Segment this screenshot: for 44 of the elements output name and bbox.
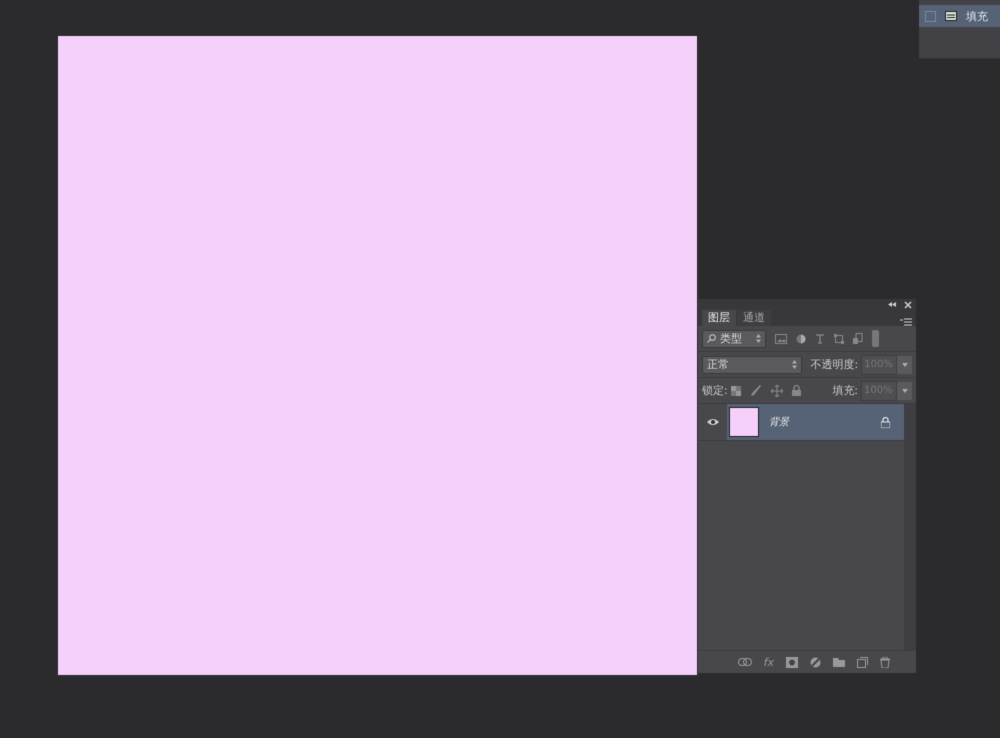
updown-caret-icon xyxy=(792,360,797,369)
lock-pixels-icon[interactable] xyxy=(730,386,741,396)
list-icon xyxy=(945,11,957,21)
updown-caret-icon xyxy=(756,334,761,343)
blend-mode-value: 正常 xyxy=(707,357,729,372)
smart-object-icon[interactable] xyxy=(853,333,863,344)
checkbox[interactable] xyxy=(925,10,936,22)
panel-tab[interactable]: 通道 xyxy=(737,310,771,326)
dropdown-button[interactable] xyxy=(897,382,912,400)
shape-icon[interactable] xyxy=(834,334,844,344)
filter-toggle[interactable] xyxy=(872,330,879,347)
image-icon[interactable] xyxy=(775,334,787,344)
collapse-icon[interactable] xyxy=(888,302,896,307)
caret-icon xyxy=(902,388,908,392)
effects-button[interactable]: fx xyxy=(764,656,774,668)
scrollbar[interactable] xyxy=(904,404,916,650)
blend-mode-dropdown[interactable]: 正常 xyxy=(702,356,802,374)
layer-thumbnail xyxy=(729,407,759,437)
caret-icon xyxy=(902,362,908,366)
trash-icon[interactable] xyxy=(880,656,890,668)
fill-label: 填充: xyxy=(832,383,858,398)
row-label: 填充 xyxy=(966,8,988,24)
lock-label: 锁定: xyxy=(702,383,728,398)
mask-icon[interactable] xyxy=(786,656,798,668)
adjustment-icon[interactable] xyxy=(810,656,821,668)
brush-icon[interactable] xyxy=(750,384,762,396)
layer-name[interactable]: 背景 xyxy=(769,415,789,429)
menu-icon[interactable] xyxy=(900,318,912,326)
opacity-label: 不透明度: xyxy=(810,357,858,372)
type-icon[interactable] xyxy=(815,334,825,344)
panel-tab[interactable]: 图层 xyxy=(702,310,736,326)
filter-dropdown[interactable]: 类型 xyxy=(702,330,766,348)
eye-icon[interactable] xyxy=(706,418,718,426)
dropdown-button[interactable] xyxy=(897,356,912,374)
move-icon[interactable] xyxy=(770,384,783,396)
search-icon xyxy=(707,334,716,343)
link-icon[interactable] xyxy=(738,658,752,666)
lock-icon[interactable] xyxy=(792,385,801,396)
layer-row[interactable]: 背景 xyxy=(698,404,904,441)
folder-icon[interactable] xyxy=(833,657,845,667)
close-icon[interactable] xyxy=(904,300,912,308)
new-layer-icon[interactable] xyxy=(857,656,868,668)
adjustment-icon[interactable] xyxy=(796,334,806,344)
filter-value: 类型 xyxy=(720,331,742,346)
